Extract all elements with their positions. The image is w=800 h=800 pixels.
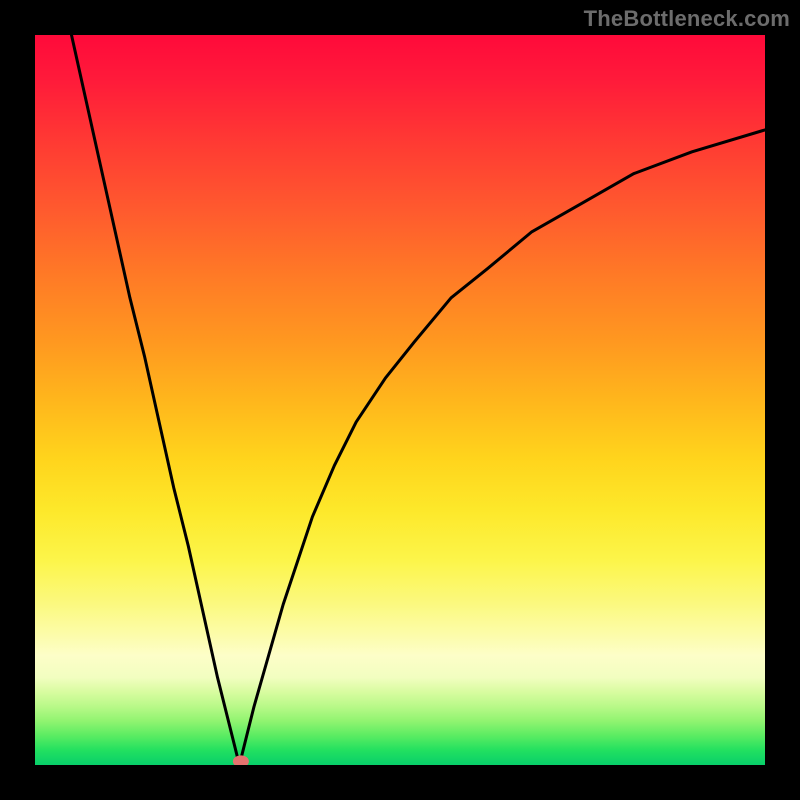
curve-right [239,130,765,765]
plot-area [35,35,765,765]
chart-svg [35,35,765,765]
chart-frame: TheBottleneck.com [0,0,800,800]
watermark-text: TheBottleneck.com [584,6,790,32]
min-marker [233,755,249,765]
curve-left [72,35,240,765]
